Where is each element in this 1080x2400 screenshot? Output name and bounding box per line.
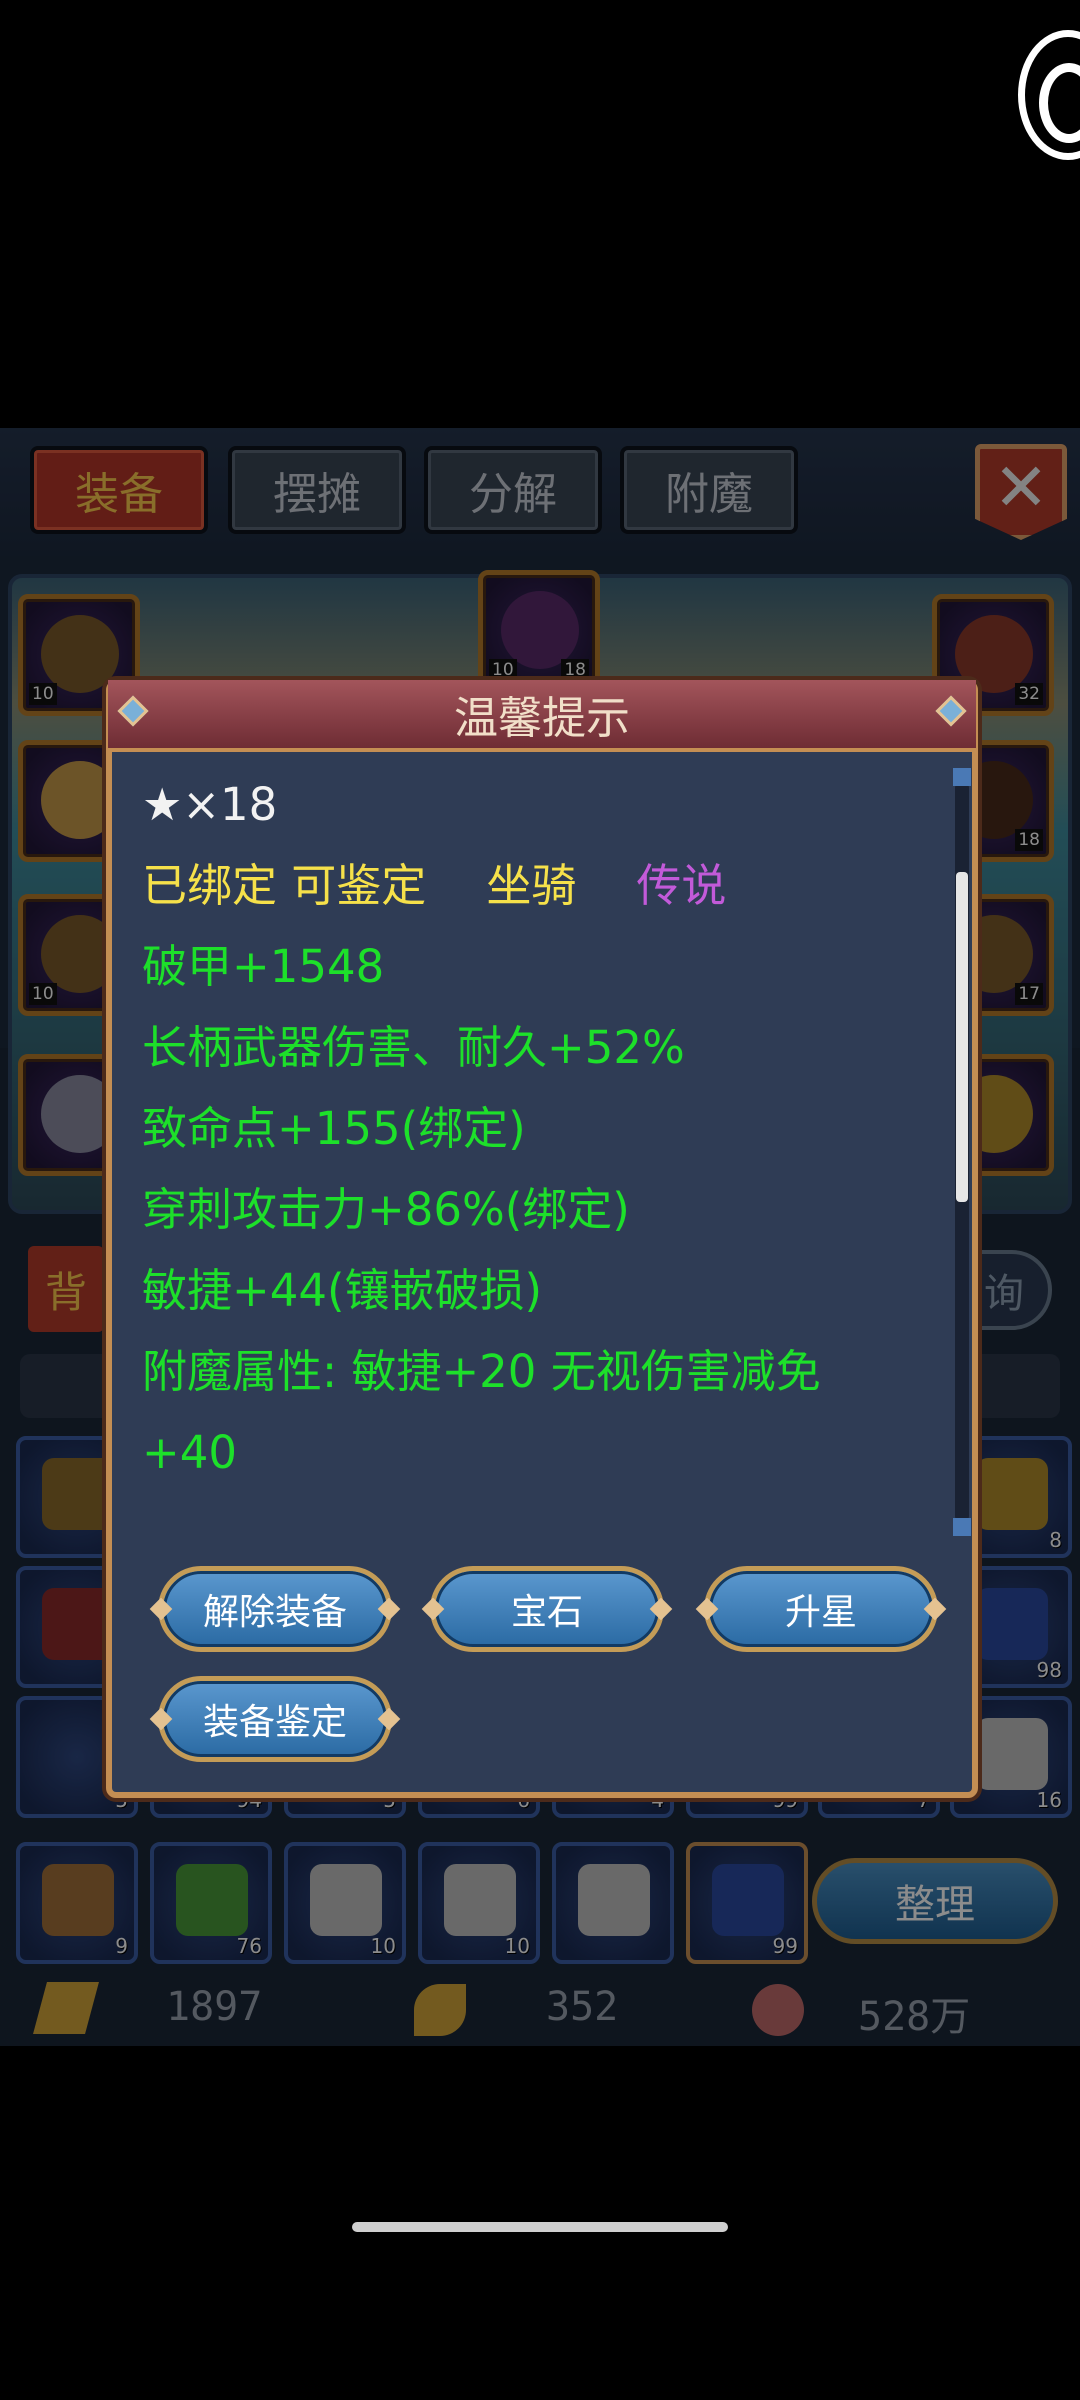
item-status-line: 已绑定 可鉴定 坐骑 传说 — [142, 845, 942, 926]
unequip-button[interactable]: 解除装备 — [158, 1566, 392, 1652]
attribute-line: +40 — [142, 1426, 237, 1479]
scroll-up-icon[interactable] — [953, 768, 971, 786]
attribute-line: 穿刺攻击力+86%(绑定) — [142, 1183, 630, 1236]
identify-button[interactable]: 装备鉴定 — [158, 1676, 392, 1762]
star-up-button[interactable]: 升星 — [704, 1566, 938, 1652]
tip-dialog: 温馨提示 ★×18 已绑定 可鉴定 坐骑 传说 破甲+1548 长柄武器伤害、耐久+… — [106, 680, 978, 1798]
dialog-title: 温馨提示 — [454, 693, 630, 744]
item-type: 坐骑 — [486, 859, 577, 912]
attribute-line: 破甲+1548 — [142, 940, 385, 993]
scroll-thumb[interactable] — [956, 872, 968, 1202]
attribute-line: 致命点+155(绑定) — [142, 1102, 526, 1155]
attribute-line: 附魔属性: 敏捷+20 无视伤害减免 — [142, 1345, 821, 1398]
corner-gem-icon — [117, 695, 149, 727]
scroll-down-icon[interactable] — [953, 1518, 971, 1536]
dialog-header: 温馨提示 — [108, 680, 976, 752]
corner-gem-icon — [935, 695, 967, 727]
item-status: 已绑定 可鉴定 — [142, 859, 427, 912]
item-info-scroll[interactable]: ★×18 已绑定 可鉴定 坐骑 传说 破甲+1548 长柄武器伤害、耐久+52% 致… — [142, 764, 942, 1510]
item-rarity: 传说 — [636, 859, 727, 912]
attribute-line: 长柄武器伤害、耐久+52% — [142, 1021, 685, 1074]
overlay-logo-icon — [1018, 30, 1080, 160]
home-indicator[interactable] — [352, 2222, 728, 2232]
star-level: ★×18 — [142, 778, 278, 831]
gem-button[interactable]: 宝石 — [430, 1566, 664, 1652]
dialog-scrollbar[interactable] — [953, 768, 971, 1536]
skill-line: 横冲直撞+1级 — [142, 1493, 942, 1510]
attribute-line: 敏捷+44(镶嵌破损) — [142, 1264, 543, 1317]
